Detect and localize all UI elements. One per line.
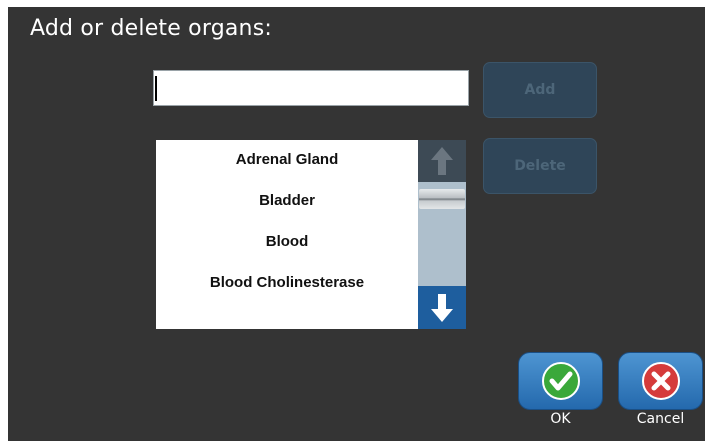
organ-list[interactable]: Adrenal Gland Bladder Blood Blood Cholin… bbox=[156, 140, 418, 329]
text-cursor bbox=[155, 76, 157, 101]
list-scrollbar[interactable] bbox=[418, 140, 466, 329]
dialog-title: Add or delete organs: bbox=[30, 16, 272, 41]
arrow-down-icon bbox=[431, 293, 453, 322]
x-circle-icon bbox=[641, 362, 680, 400]
list-item[interactable]: Blood Cholinesterase bbox=[156, 262, 418, 303]
delete-button[interactable]: Delete bbox=[483, 138, 597, 194]
dialog: Add or delete organs: Add Delete Adrenal… bbox=[8, 7, 705, 441]
add-button[interactable]: Add bbox=[483, 62, 597, 118]
check-circle-icon bbox=[541, 362, 580, 400]
ok-button[interactable] bbox=[518, 352, 603, 410]
organ-name-input[interactable] bbox=[153, 70, 469, 106]
list-item[interactable]: Adrenal Gland bbox=[156, 139, 418, 180]
scroll-down-button[interactable] bbox=[418, 286, 466, 329]
scroll-thumb[interactable] bbox=[419, 189, 465, 209]
scroll-up-button[interactable] bbox=[418, 140, 466, 182]
list-item[interactable]: Bladder bbox=[156, 180, 418, 221]
scroll-track[interactable] bbox=[418, 182, 466, 286]
cancel-button[interactable] bbox=[618, 352, 703, 410]
ok-label: OK bbox=[550, 411, 571, 427]
arrow-up-icon bbox=[431, 147, 453, 175]
cancel-label: Cancel bbox=[636, 411, 685, 427]
list-item[interactable]: Blood bbox=[156, 221, 418, 262]
